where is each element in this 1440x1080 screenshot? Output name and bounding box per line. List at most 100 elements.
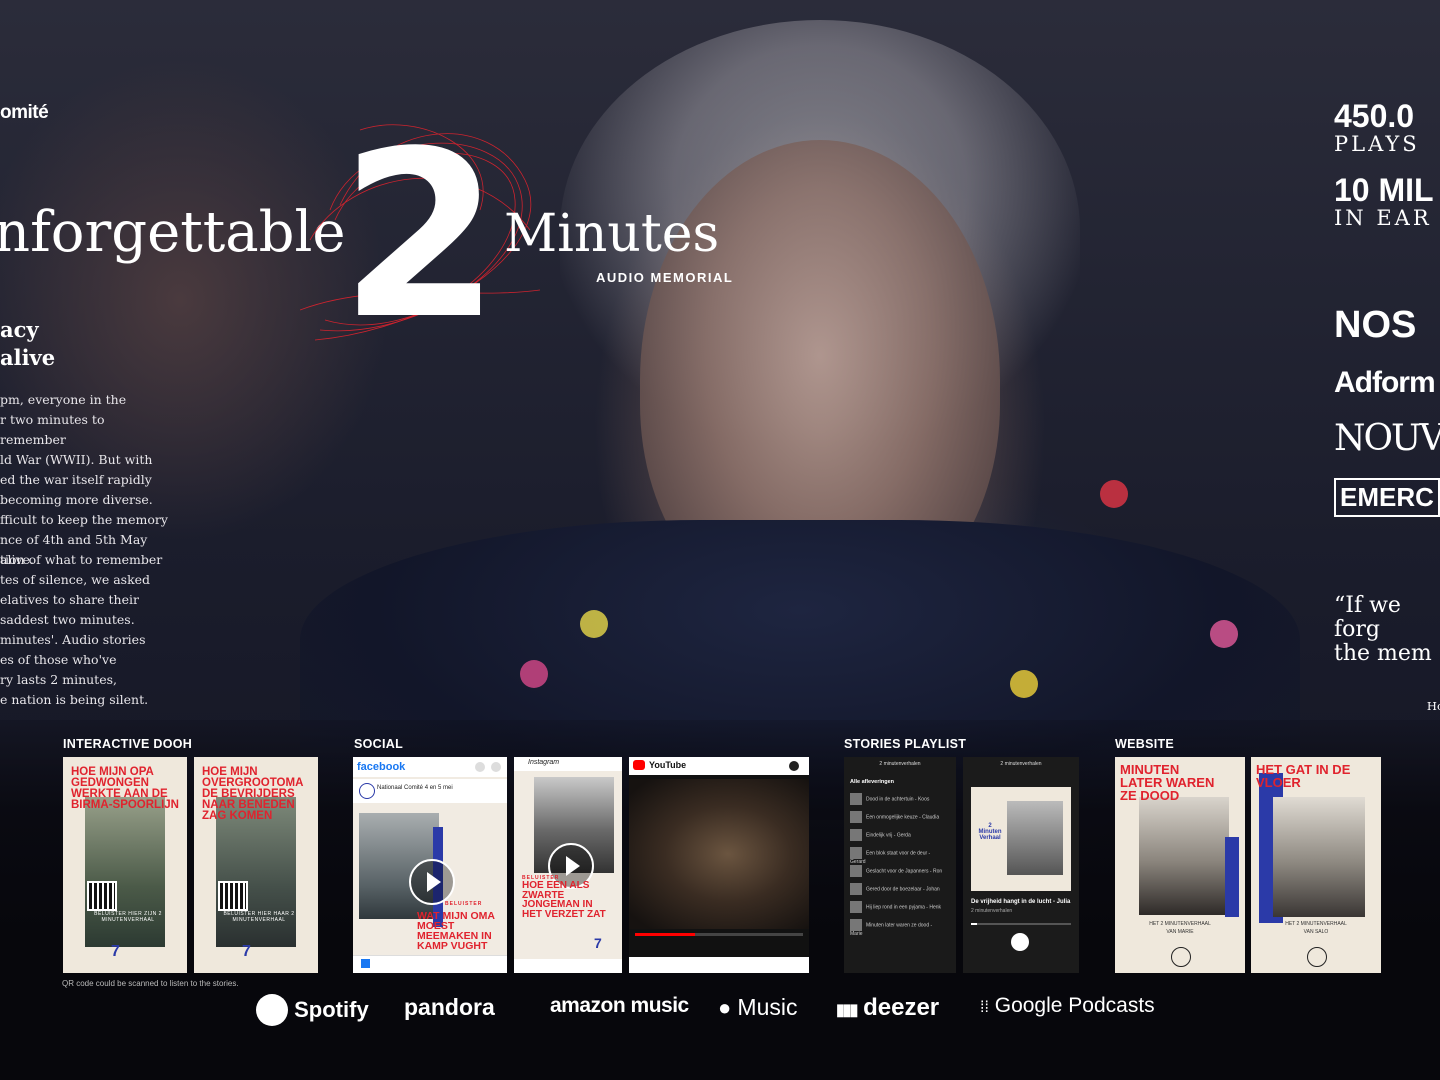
- platform-logo-spotify: Spotify: [256, 994, 369, 1030]
- brand-name: omité: [0, 102, 49, 123]
- facebook-phone[interactable]: facebook Nationaal Comité 4 en 5 mei BEL…: [353, 757, 507, 973]
- stat-ears-number: 10 MIL: [1334, 172, 1434, 208]
- list-item[interactable]: Hij liep rond in een pyjama - Henk: [850, 901, 944, 915]
- cover-title: 2 Minuten Verhaal: [978, 823, 1002, 841]
- search-icon[interactable]: [475, 762, 485, 772]
- post-headline: HOE EEN ALS ZWARTE JONGEMAN IN HET VERZE…: [522, 880, 606, 920]
- video-progress[interactable]: [635, 933, 803, 936]
- dooh-card[interactable]: HOE MIJN OVERGROOTOMA DE BEVRIJDERS NAAR…: [194, 757, 318, 973]
- track-progress[interactable]: [971, 923, 1071, 925]
- playlist-header: 2 minutenverhalen: [879, 761, 921, 767]
- player-header: 2 minutenverhalen: [1000, 761, 1042, 767]
- platform-logo-apple-music: ● Music: [718, 994, 797, 1030]
- footnote: QR code could be scanned to listen to th…: [62, 979, 239, 988]
- play-button[interactable]: [1171, 947, 1191, 967]
- website-caption: HET 2 MINUTENVERHAAL: [1285, 921, 1347, 927]
- title-right: Minutes: [504, 204, 720, 264]
- body-copy-1: pm, everyone in the r two minutes to rem…: [0, 392, 168, 567]
- facebook-logo: facebook: [357, 761, 406, 773]
- section-label-dooh: INTERACTIVE DOOH: [63, 737, 193, 751]
- apple-icon: ●: [718, 995, 732, 1020]
- list-item[interactable]: Minuten later waren ze dood - Marie: [850, 919, 944, 937]
- playlist-phone[interactable]: 2 minutenverhalen Alle afleveringen Dood…: [844, 757, 956, 973]
- home-icon[interactable]: [361, 959, 370, 968]
- title-left: nforgettable: [0, 200, 346, 265]
- playlist-section: Alle afleveringen: [850, 779, 895, 785]
- tab-bar: [353, 955, 507, 973]
- spotify-icon: [256, 994, 288, 1026]
- tab-bar: [514, 959, 622, 973]
- dooh-photo: [85, 797, 165, 947]
- title-digit: 2: [340, 110, 500, 350]
- list-item[interactable]: Dood in de achtertuin - Koos: [850, 793, 944, 807]
- play-button[interactable]: [1307, 947, 1327, 967]
- dooh-headline: HOE MIJN OVERGROOTOMA DE BEVRIJDERS NAAR…: [202, 766, 303, 822]
- quote-attr-line: W: [1404, 676, 1440, 696]
- shawl-flower: [520, 660, 548, 688]
- account-icon[interactable]: [789, 761, 799, 771]
- list-item[interactable]: Een onmogelijke keuze - Claudia: [850, 811, 944, 825]
- platform-label: deezer: [863, 994, 940, 1021]
- instagram-phone[interactable]: Instagram BELUISTER HOE EEN ALS ZWARTE J…: [514, 757, 622, 973]
- play-button[interactable]: [409, 859, 455, 905]
- youtube-phone[interactable]: YouTube: [629, 757, 809, 973]
- post-headline: WAT MIJN OMA MOEST MEEMAKEN IN KAMP VUGH…: [417, 910, 495, 952]
- body-copy-2: tion of what to remember tes of silence,…: [0, 552, 163, 707]
- platform-logo-pandora: pandora: [404, 994, 495, 1020]
- pause-button[interactable]: [1011, 933, 1029, 951]
- post-page-name: Nationaal Comité 4 en 5 mei: [377, 785, 453, 791]
- list-item[interactable]: Een blok staat voor de deur - Gerard: [850, 847, 944, 865]
- platform-label: Spotify: [294, 997, 369, 1022]
- platform-label: Music: [737, 994, 798, 1020]
- messenger-icon[interactable]: [491, 762, 501, 772]
- website-card[interactable]: MINUTEN LATER WAREN ZE DOOD HET 2 MINUTE…: [1115, 757, 1245, 973]
- tab-bar: [629, 957, 809, 973]
- shawl-flower: [1010, 670, 1038, 698]
- website-caption: HET 2 MINUTENVERHAAL: [1149, 921, 1211, 927]
- press-logo-nouveau: NOUVE: [1334, 418, 1440, 459]
- platform-logo-deezer: ▮▮▮ deezer: [836, 994, 939, 1030]
- press-logo-emerce: EMERC: [1334, 478, 1440, 517]
- stat-plays-number: 450.0: [1334, 98, 1415, 134]
- youtube-logo: YouTube: [649, 760, 687, 770]
- dooh-card[interactable]: HOE MIJN OPA GEDWONGEN WERKTE AAN DE BIR…: [63, 757, 187, 973]
- track-title: De vrijheid hangt in de lucht - Julia: [971, 899, 1071, 905]
- list-item[interactable]: Gered door de boezelaar - Johan: [850, 883, 944, 897]
- section-label-website: WEBSITE: [1115, 737, 1175, 751]
- blue-accent-bar: [1225, 837, 1239, 917]
- dooh-headline: HOE MIJN OPA GEDWONGEN WERKTE AAN DE BIR…: [71, 766, 179, 811]
- press-logo-nos: NOS: [1334, 304, 1417, 346]
- qr-code-icon[interactable]: [87, 881, 117, 911]
- cover-photo: [1007, 801, 1063, 875]
- listen-label: BELUISTER: [445, 901, 483, 907]
- platform-logo-amazon-music: amazon music: [550, 994, 689, 1017]
- website-headline: HET GAT IN DE VLOER: [1256, 762, 1351, 790]
- video-frame[interactable]: [629, 779, 809, 929]
- track-artist: 2 minutenverhalen: [971, 908, 1013, 914]
- youtube-logo-icon: [633, 760, 645, 770]
- legacy-heading: acy alive: [0, 317, 56, 370]
- shawl-flower: [1100, 480, 1128, 508]
- qr-code-icon[interactable]: [218, 881, 248, 911]
- album-cover: 2 Minuten Verhaal: [971, 787, 1071, 891]
- platform-label: Google Podcasts: [994, 994, 1155, 1017]
- avatar: [359, 783, 375, 799]
- deezer-bars-icon: ▮▮▮: [836, 1002, 858, 1019]
- list-item[interactable]: Eindelijk vrij - Gerda: [850, 829, 944, 843]
- website-name: VAN MARIE: [1166, 929, 1194, 935]
- stat-plays-label: PLAYS: [1334, 132, 1420, 156]
- list-item[interactable]: Geslacht voor de Japanners - Ron: [850, 865, 944, 879]
- quote-attr-line: House: [1426, 699, 1440, 713]
- press-logo-adformatie: Adform: [1334, 366, 1436, 399]
- platform-logo-google-podcasts: ⁞⁞ Google Podcasts: [980, 994, 1155, 1030]
- post-header: [353, 779, 507, 803]
- dooh-cta: BELUISTER HIER ZIJN 2 MINUTENVERHAAL: [94, 911, 162, 923]
- dooh-cta: BELUISTER HIER HAAR 2 MINUTENVERHAAL: [223, 911, 295, 923]
- committee-logo-icon: 7: [111, 943, 120, 960]
- quote: “If we forg the mem: [1334, 593, 1432, 666]
- quote-attribution: W House: [1404, 676, 1440, 716]
- player-phone[interactable]: 2 minutenverhalen 2 Minuten Verhaal De v…: [963, 757, 1079, 973]
- shawl-flower: [1210, 620, 1238, 648]
- committee-logo-icon: 7: [594, 935, 602, 951]
- website-card[interactable]: HET GAT IN DE VLOER HET 2 MINUTENVERHAAL…: [1251, 757, 1381, 973]
